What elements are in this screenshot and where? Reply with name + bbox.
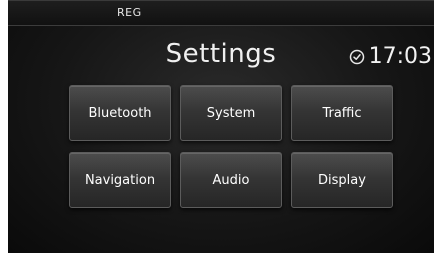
status-bar: REG — [8, 1, 434, 26]
display-button-label: Display — [318, 172, 366, 188]
settings-screen: REG Settings 17:03 Bluetooth System Traf… — [8, 0, 434, 253]
clock: 17:03 — [349, 44, 432, 69]
system-button[interactable]: System — [180, 85, 282, 141]
display-button[interactable]: Display — [291, 152, 393, 208]
bluetooth-button-label: Bluetooth — [88, 105, 152, 121]
system-button-label: System — [206, 105, 256, 121]
navigation-button[interactable]: Navigation — [69, 152, 171, 208]
settings-menu-grid: Bluetooth System Traffic Navigation Audi… — [69, 85, 393, 208]
clock-time: 17:03 — [368, 44, 432, 69]
navigation-button-label: Navigation — [84, 172, 156, 188]
audio-button-label: Audio — [212, 172, 250, 188]
traffic-button[interactable]: Traffic — [291, 85, 393, 141]
traffic-button-label: Traffic — [322, 105, 362, 121]
status-label: REG — [117, 6, 142, 19]
clock-icon — [349, 49, 364, 64]
audio-button[interactable]: Audio — [180, 152, 282, 208]
bluetooth-button[interactable]: Bluetooth — [69, 85, 171, 141]
